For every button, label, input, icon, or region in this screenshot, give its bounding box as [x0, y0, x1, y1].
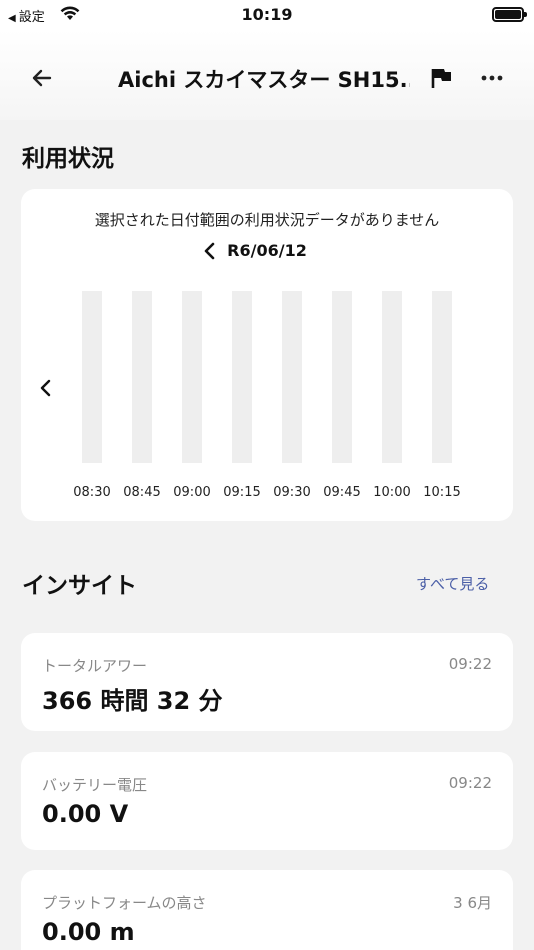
- navigation-bar: Aichi スカイマスター SH15...: [0, 30, 534, 120]
- usage-chart-card: 選択された日付範囲の利用状況データがありません R6/06/12 08:30 08…: [21, 189, 513, 521]
- chart-bar-slot: [82, 291, 102, 463]
- chart-bar-slot: [232, 291, 252, 463]
- chart-scroll-left-chevron-icon[interactable]: [38, 377, 54, 399]
- chart-bar-slot: [282, 291, 302, 463]
- usage-section-title: 利用状況: [22, 146, 114, 172]
- chart-bar-slot: [432, 291, 452, 463]
- insight-value: 0.00 V: [42, 800, 129, 828]
- page-title: Aichi スカイマスター SH15...: [118, 68, 410, 92]
- status-bar: ◀ 設定 10:19: [0, 0, 534, 30]
- flag-icon[interactable]: [430, 66, 454, 90]
- chart-bar-slot: [182, 291, 202, 463]
- insight-label: バッテリー電圧: [42, 776, 148, 794]
- insight-card-platform-height[interactable]: プラットフォームの高さ 3 6月 0.00 m: [21, 870, 513, 950]
- insight-label: プラットフォームの高さ: [42, 894, 207, 912]
- insight-time: 3 6月: [453, 894, 492, 912]
- status-time: 10:19: [241, 5, 293, 24]
- see-all-link[interactable]: すべて見る: [416, 573, 489, 594]
- insight-value: 366 時間 32 分: [42, 687, 223, 715]
- selected-date: R6/06/12: [227, 241, 307, 260]
- insight-time: 09:22: [448, 655, 492, 673]
- insight-card-battery-voltage[interactable]: バッテリー電圧 09:22 0.00 V: [21, 752, 513, 850]
- chart-bar-slot: [332, 291, 352, 463]
- insight-time: 09:22: [448, 774, 492, 792]
- insight-value: 0.00 m: [42, 918, 135, 946]
- battery-icon: [492, 7, 527, 22]
- chart-bar-slot: [132, 291, 152, 463]
- back-arrow-icon[interactable]: [28, 64, 56, 92]
- insight-label: トータルアワー: [42, 657, 148, 675]
- more-options-icon[interactable]: [478, 66, 506, 90]
- insight-card-total-hours[interactable]: トータルアワー 09:22 366 時間 32 分: [21, 633, 513, 731]
- no-data-message: 選択された日付範囲の利用状況データがありません: [94, 211, 440, 229]
- chart-x-tick-label: 10:15: [423, 485, 461, 500]
- insights-section-title: インサイト: [22, 573, 137, 599]
- chart-bar-slot: [382, 291, 402, 463]
